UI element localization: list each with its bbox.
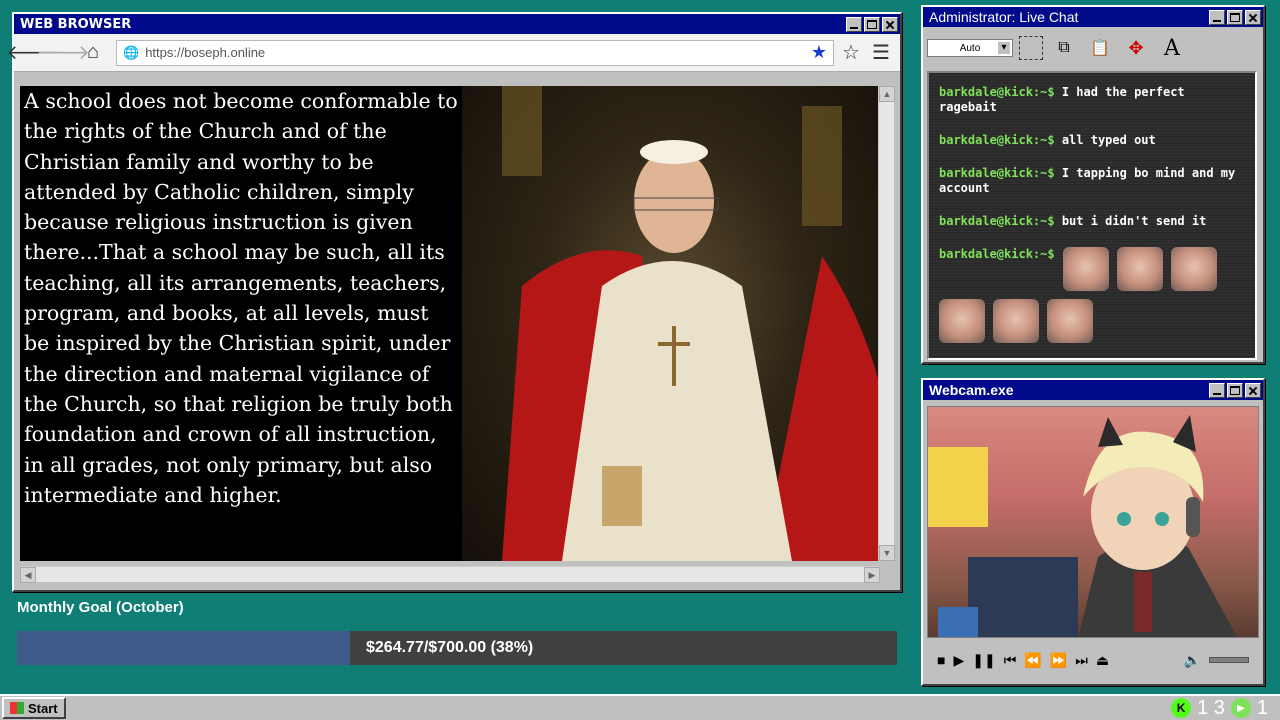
skip-forward-icon[interactable]: ⏭ xyxy=(1075,652,1088,669)
start-button[interactable]: Start xyxy=(2,697,66,719)
menu-icon[interactable]: ☰ xyxy=(868,40,894,66)
chat-username: barkdale@kick:~$ xyxy=(939,247,1055,261)
crying-face-emote-icon xyxy=(1170,247,1217,291)
chat-titlebar[interactable]: Administrator: Live Chat xyxy=(923,7,1263,27)
select-region-icon[interactable] xyxy=(1019,36,1043,60)
scroll-right-icon[interactable]: ▶ xyxy=(864,567,880,583)
goal-progress-text: $264.77/$700.00 (38%) xyxy=(366,639,534,656)
size-select[interactable]: Auto xyxy=(927,39,1013,57)
goal-label: Monthly Goal (October) xyxy=(17,599,184,616)
maximize-button[interactable] xyxy=(1227,382,1243,398)
goal-progress-bar: $264.77/$700.00 (38%) xyxy=(17,631,897,665)
forward-icon[interactable]: 🡒 xyxy=(36,40,90,66)
url-text: https://boseph.online xyxy=(145,45,266,60)
rewind-icon[interactable]: ⏪ xyxy=(1024,652,1041,669)
minimize-button[interactable] xyxy=(1209,9,1225,25)
browser-toolbar: 🡐 🡒 ⌂ 🌐 https://boseph.online ★ ☆ ☰ xyxy=(6,34,900,72)
copy-icon[interactable]: ⧉ xyxy=(1049,33,1079,63)
taskbar: Start K 1 3 ▶ 1 xyxy=(0,694,1280,720)
chat-username: barkdale@kick:~$ xyxy=(939,133,1055,147)
chat-messages: barkdale@kick:~$ I had the perfect rageb… xyxy=(927,71,1257,360)
chat-message: barkdale@kick:~$ but i didn't send it xyxy=(939,214,1245,229)
stop-icon[interactable]: ■ xyxy=(937,652,945,668)
chat-title: Administrator: Live Chat xyxy=(929,9,1079,25)
crying-face-emote-icon xyxy=(1062,247,1109,291)
fast-forward-icon[interactable]: ⏩ xyxy=(1050,652,1067,669)
scroll-left-icon[interactable]: ◀ xyxy=(20,567,36,583)
crying-face-emote-icon xyxy=(1116,247,1163,291)
minimize-button[interactable] xyxy=(1209,382,1225,398)
maximize-button[interactable] xyxy=(864,16,880,32)
move-icon[interactable]: ✥ xyxy=(1121,33,1151,63)
kick-logo-icon: K xyxy=(1171,698,1192,718)
chat-username: barkdale@kick:~$ xyxy=(939,85,1055,99)
webcam-title: Webcam.exe xyxy=(929,382,1014,398)
scroll-down-icon[interactable]: ▼ xyxy=(879,545,895,561)
skip-back-icon[interactable]: ⏮ xyxy=(1004,652,1017,669)
scroll-up-icon[interactable]: ▲ xyxy=(879,86,895,102)
browser-window: WEB BROWSER 🡐 🡒 ⌂ 🌐 https://boseph.onlin… xyxy=(6,12,902,592)
eject-icon[interactable]: ⏏ xyxy=(1096,652,1109,669)
font-icon[interactable]: A xyxy=(1157,33,1187,63)
chat-message: barkdale@kick:~$ all typed out xyxy=(939,133,1245,148)
close-button[interactable] xyxy=(1245,382,1261,398)
bookmark-star-icon[interactable]: ★ xyxy=(811,42,827,63)
quote-text: A school does not become conformable to … xyxy=(24,89,458,507)
play-circle-icon: ▶ xyxy=(1230,698,1251,718)
chat-text: but i didn't send it xyxy=(1061,214,1207,228)
address-bar[interactable]: 🌐 https://boseph.online ★ xyxy=(116,39,834,66)
volume-slider[interactable] xyxy=(1209,657,1249,663)
browser-titlebar[interactable]: WEB BROWSER xyxy=(14,14,900,34)
close-button[interactable] xyxy=(1245,9,1261,25)
chat-username: barkdale@kick:~$ xyxy=(939,214,1055,228)
chat-message: barkdale@kick:~$ xyxy=(939,247,1245,343)
live-chat-window: Administrator: Live Chat Auto ⧉ 📋 ✥ A ba… xyxy=(921,5,1265,364)
maximize-button[interactable] xyxy=(1227,9,1243,25)
volume-icon[interactable]: 🔈 xyxy=(1184,652,1201,669)
chat-message: barkdale@kick:~$ I tapping bo mind and m… xyxy=(939,166,1245,196)
chat-username: barkdale@kick:~$ xyxy=(939,166,1055,180)
minimize-button[interactable] xyxy=(846,16,862,32)
kick-count: 1 3 xyxy=(1197,696,1225,719)
home-icon[interactable]: ⌂ xyxy=(80,40,106,66)
system-tray: K 1 3 ▶ 1 xyxy=(1171,697,1278,720)
start-label: Start xyxy=(28,700,58,716)
play-icon[interactable]: ▶ xyxy=(953,652,964,669)
close-button[interactable] xyxy=(882,16,898,32)
horizontal-scrollbar[interactable]: ◀ ▶ xyxy=(20,566,880,583)
pope-portrait-image xyxy=(462,86,880,561)
vertical-scrollbar[interactable]: ▲ ▼ xyxy=(878,86,895,561)
pause-icon[interactable]: ❚❚ xyxy=(972,652,995,669)
chat-toolbar: Auto ⧉ 📋 ✥ A xyxy=(923,27,1263,69)
webcam-feed-image xyxy=(927,406,1259,638)
chat-text: all typed out xyxy=(1061,133,1156,147)
webcam-titlebar[interactable]: Webcam.exe xyxy=(923,380,1263,400)
windows-logo-icon xyxy=(10,702,24,714)
goal-progress-fill xyxy=(17,631,350,665)
webcam-window: Webcam.exe ■ ▶ ❚❚ ⏮ ⏪ ⏩ ⏭ ⏏ 🔈 xyxy=(921,378,1265,686)
crying-face-emote-icon xyxy=(993,299,1039,343)
chat-message: barkdale@kick:~$ I had the perfect rageb… xyxy=(939,85,1245,115)
crying-face-emote-icon xyxy=(1047,299,1093,343)
crying-face-emote-icon xyxy=(939,299,985,343)
page-content: A school does not become conformable to … xyxy=(20,86,880,561)
play-count: 1 xyxy=(1256,696,1268,719)
globe-icon: 🌐 xyxy=(123,44,140,60)
browser-title: WEB BROWSER xyxy=(20,16,132,32)
favorite-star-icon[interactable]: ☆ xyxy=(838,40,864,66)
media-controls: ■ ▶ ❚❚ ⏮ ⏪ ⏩ ⏭ ⏏ 🔈 xyxy=(927,642,1259,678)
paste-icon[interactable]: 📋 xyxy=(1085,33,1115,63)
